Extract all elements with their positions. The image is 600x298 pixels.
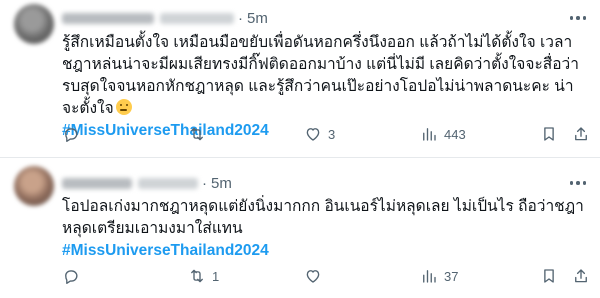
bookmark-button[interactable] xyxy=(540,124,558,144)
bookmark-icon xyxy=(544,269,554,283)
views-button[interactable]: 443 xyxy=(420,124,466,144)
action-bar: 1 37 xyxy=(62,266,590,286)
like-count: 3 xyxy=(328,126,336,142)
more-dots-icon[interactable] xyxy=(569,173,586,193)
display-name-blurred[interactable] xyxy=(62,177,132,189)
thinking-face-icon xyxy=(115,99,132,115)
reply-icon xyxy=(65,270,78,284)
tweet-header: · 5m xyxy=(62,173,232,193)
tweet-text: โอปอลเก่งมากชฎาหลุดแต่ยังนิ่งมากกก อินเน… xyxy=(62,196,590,262)
handle-blurred[interactable] xyxy=(138,177,198,189)
tweet-divider xyxy=(0,157,600,158)
heart-icon xyxy=(306,128,320,141)
views-button[interactable]: 37 xyxy=(420,266,458,286)
timestamp[interactable]: 5m xyxy=(247,10,268,27)
reply-icon xyxy=(65,128,78,142)
share-button[interactable] xyxy=(572,124,590,144)
action-bar: 3 443 xyxy=(62,124,590,144)
retweet-icon xyxy=(191,269,203,283)
bookmark-button[interactable] xyxy=(540,266,558,286)
tweet[interactable]: · 5m โอปอลเก่งมากชฎาหลุดแต่ยังนิ่งมากกก … xyxy=(0,160,600,298)
avatar[interactable] xyxy=(14,4,54,44)
display-name-blurred[interactable] xyxy=(62,12,154,24)
view-count: 37 xyxy=(444,268,459,284)
timestamp[interactable]: 5m xyxy=(211,175,232,192)
share-icon xyxy=(575,127,587,141)
handle-blurred[interactable] xyxy=(160,12,234,24)
tweet-body: โอปอลเก่งมากชฎาหลุดแต่ยังนิ่งมากกก อินเน… xyxy=(62,198,584,237)
tweet-header: · 5m xyxy=(62,8,268,28)
heart-icon xyxy=(306,270,320,283)
reply-button[interactable] xyxy=(62,266,86,286)
like-button[interactable] xyxy=(304,266,328,286)
views-chart-icon xyxy=(423,128,436,141)
more-dots-icon[interactable] xyxy=(569,8,586,28)
share-button[interactable] xyxy=(572,266,590,286)
share-icon xyxy=(575,269,587,283)
views-chart-icon xyxy=(423,270,436,283)
hashtag-link[interactable]: #MissUniverseThailand2024 xyxy=(62,242,269,259)
tweet[interactable]: · 5m รู้สึกเหมือนตั้งใจ เหมือนมือขยับเพื… xyxy=(0,0,600,156)
retweet-icon xyxy=(191,127,203,141)
view-count: 443 xyxy=(444,126,466,142)
avatar[interactable] xyxy=(14,166,54,206)
bookmark-icon xyxy=(544,127,554,141)
tweet-body: รู้สึกเหมือนตั้งใจ เหมือนมือขยับเพื่อดัน… xyxy=(62,34,579,117)
reply-button[interactable] xyxy=(62,124,86,144)
retweet-button[interactable] xyxy=(188,124,212,144)
retweet-button[interactable]: 1 xyxy=(188,266,219,286)
retweet-count: 1 xyxy=(212,268,220,284)
tweet-feed: · 5m รู้สึกเหมือนตั้งใจ เหมือนมือขยับเพื… xyxy=(0,0,600,298)
like-button[interactable]: 3 xyxy=(304,124,335,144)
